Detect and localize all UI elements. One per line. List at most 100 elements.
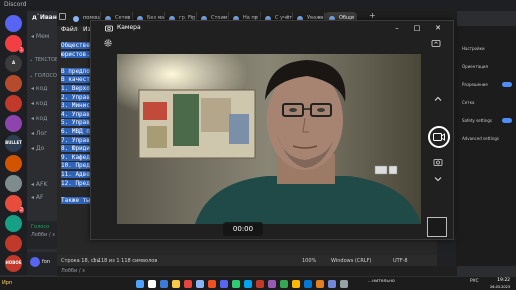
editor-line-text bbox=[61, 188, 65, 195]
file-explorer-icon[interactable] bbox=[172, 280, 180, 288]
clock-date: 26.03.2023 bbox=[490, 285, 511, 289]
channel-item[interactable]: ◂ код bbox=[31, 85, 47, 92]
language-indicator[interactable]: РУС bbox=[470, 279, 479, 284]
server-icon[interactable]: 2 bbox=[5, 195, 24, 213]
server-icon[interactable]: A bbox=[5, 55, 22, 72]
editor-menu-item[interactable]: Файл bbox=[61, 26, 78, 33]
chrome-icon[interactable] bbox=[196, 280, 204, 288]
channel-item[interactable]: ◂ Мем bbox=[31, 33, 49, 40]
settings-item[interactable]: Advanced settings bbox=[462, 136, 499, 141]
server-icon[interactable]: BULLET bbox=[5, 135, 22, 152]
clock[interactable]: 19:22 26.03.2023 bbox=[490, 278, 510, 290]
server-icon[interactable]: 1 bbox=[5, 35, 24, 53]
discord-icon[interactable] bbox=[220, 280, 228, 288]
maximize-button[interactable]: □ bbox=[411, 23, 423, 33]
app-icon[interactable] bbox=[268, 280, 276, 288]
channel-category[interactable]: ⌄ ГОЛОСОВ bbox=[29, 73, 60, 79]
store-icon[interactable] bbox=[244, 280, 252, 288]
settings-item[interactable]: Ориентация bbox=[462, 64, 488, 69]
tab-favicon-icon bbox=[73, 16, 79, 22]
guild-name[interactable]: д`Иван bbox=[32, 14, 57, 21]
chevron-down-icon[interactable] bbox=[433, 174, 443, 184]
status-chars: 1 118 из 1 118 символов bbox=[93, 258, 158, 264]
gallery-thumbnail[interactable] bbox=[427, 217, 447, 237]
tab-actions-icon[interactable] bbox=[59, 13, 66, 20]
settings-panel: Настройки Ориентация Разрешение Сетка Safety… bbox=[456, 26, 516, 266]
settings-item[interactable]: Сетка bbox=[462, 100, 474, 105]
editor-line-text: юристов." bbox=[61, 50, 94, 58]
discord-app-title: Discord bbox=[4, 1, 27, 8]
switch-camera-icon[interactable] bbox=[431, 38, 441, 48]
channel-item[interactable]: ◂ код bbox=[31, 115, 47, 122]
unread-badge: 1 bbox=[18, 47, 24, 53]
avatar[interactable] bbox=[30, 257, 40, 267]
username: fon bbox=[42, 259, 50, 265]
channel-item[interactable]: ◂ Лог bbox=[31, 130, 47, 137]
channel-item[interactable]: ◂ AFK bbox=[31, 181, 47, 188]
server-icon[interactable] bbox=[5, 95, 22, 112]
status-encoding: UTF-8 bbox=[393, 258, 408, 264]
status-line-endings: Windows (CRLF) bbox=[331, 258, 372, 264]
channel-item[interactable]: ◂ AF bbox=[31, 194, 43, 201]
server-icon[interactable] bbox=[5, 15, 22, 32]
server-icon[interactable] bbox=[5, 235, 22, 252]
camera-side-controls bbox=[421, 54, 453, 244]
server-icon[interactable] bbox=[5, 75, 22, 92]
voice-status-sub: Лобби / з bbox=[31, 232, 55, 238]
yandex-browser-icon[interactable] bbox=[184, 280, 192, 288]
app-icon[interactable] bbox=[280, 280, 288, 288]
app-icon[interactable] bbox=[304, 280, 312, 288]
server-icon-label: BULLET bbox=[5, 140, 22, 145]
status-zoom: 100% bbox=[302, 258, 317, 264]
server-rail: 1 A BULLET 2 НОВОЕ bbox=[0, 11, 27, 275]
spotify-icon[interactable] bbox=[232, 280, 240, 288]
server-icon[interactable] bbox=[5, 115, 22, 132]
channel-category[interactable]: ⌄ ТЕКСТОВ bbox=[29, 57, 58, 63]
video-camera-icon bbox=[433, 133, 445, 141]
app-icon[interactable] bbox=[328, 280, 336, 288]
unread-badge: 2 bbox=[18, 207, 24, 213]
voice-status-label: Голосо bbox=[31, 224, 50, 230]
app-icon[interactable] bbox=[292, 280, 300, 288]
camera-window: Камера – □ ✕ 00:00 bbox=[90, 20, 454, 240]
camera-viewfinder bbox=[117, 54, 421, 224]
user-panel: fon bbox=[27, 252, 60, 275]
settings-item[interactable]: Safety settings bbox=[462, 118, 492, 123]
editor-line-text bbox=[61, 59, 65, 66]
office-icon[interactable] bbox=[208, 280, 216, 288]
settings-item[interactable]: Настройки bbox=[462, 46, 485, 51]
tray-news[interactable]: ...нительно bbox=[368, 279, 395, 284]
server-icon[interactable]: НОВОЕ bbox=[5, 255, 22, 272]
app-icon[interactable] bbox=[256, 280, 264, 288]
settings-item[interactable]: Разрешение bbox=[462, 82, 488, 87]
camera-titlebar: Камера – □ ✕ bbox=[91, 21, 453, 35]
video-record-button[interactable] bbox=[428, 126, 450, 148]
photo-mode-icon[interactable] bbox=[433, 157, 443, 167]
weather-widget[interactable]: Ирп bbox=[2, 280, 12, 286]
camera-title: Камера bbox=[117, 24, 141, 31]
channel-item[interactable]: ◂ До bbox=[31, 145, 44, 152]
app-icon[interactable] bbox=[316, 280, 324, 288]
chat-bottom-strip: Лобби / з bbox=[57, 266, 457, 276]
close-button[interactable]: ✕ bbox=[432, 23, 444, 33]
server-icon[interactable] bbox=[5, 155, 22, 172]
search-icon[interactable] bbox=[148, 280, 156, 288]
task-view-icon[interactable] bbox=[160, 280, 168, 288]
taskbar: Ирп ...нительно РУС 19:22 26.03.2023 bbox=[0, 276, 516, 290]
chevron-up-icon[interactable] bbox=[433, 94, 443, 104]
minimize-button[interactable]: – bbox=[391, 23, 403, 33]
server-icon[interactable] bbox=[5, 175, 22, 192]
new-tab-button[interactable]: + bbox=[369, 11, 376, 20]
recording-timer: 00:00 bbox=[223, 222, 263, 236]
camera-live-preview bbox=[117, 54, 421, 224]
start-icon[interactable] bbox=[136, 280, 144, 288]
chat-tail-text: Лобби / з bbox=[61, 268, 85, 274]
settings-toggle[interactable] bbox=[502, 82, 512, 87]
server-icon[interactable] bbox=[5, 215, 22, 232]
app-icon[interactable] bbox=[340, 280, 348, 288]
server-icon-label: A bbox=[11, 60, 16, 65]
settings-toggle[interactable] bbox=[502, 118, 512, 123]
voice-status-panel: Голосо Лобби / з bbox=[27, 221, 60, 249]
settings-gear-icon[interactable] bbox=[103, 38, 113, 48]
channel-item[interactable]: ◂ код bbox=[31, 100, 47, 107]
